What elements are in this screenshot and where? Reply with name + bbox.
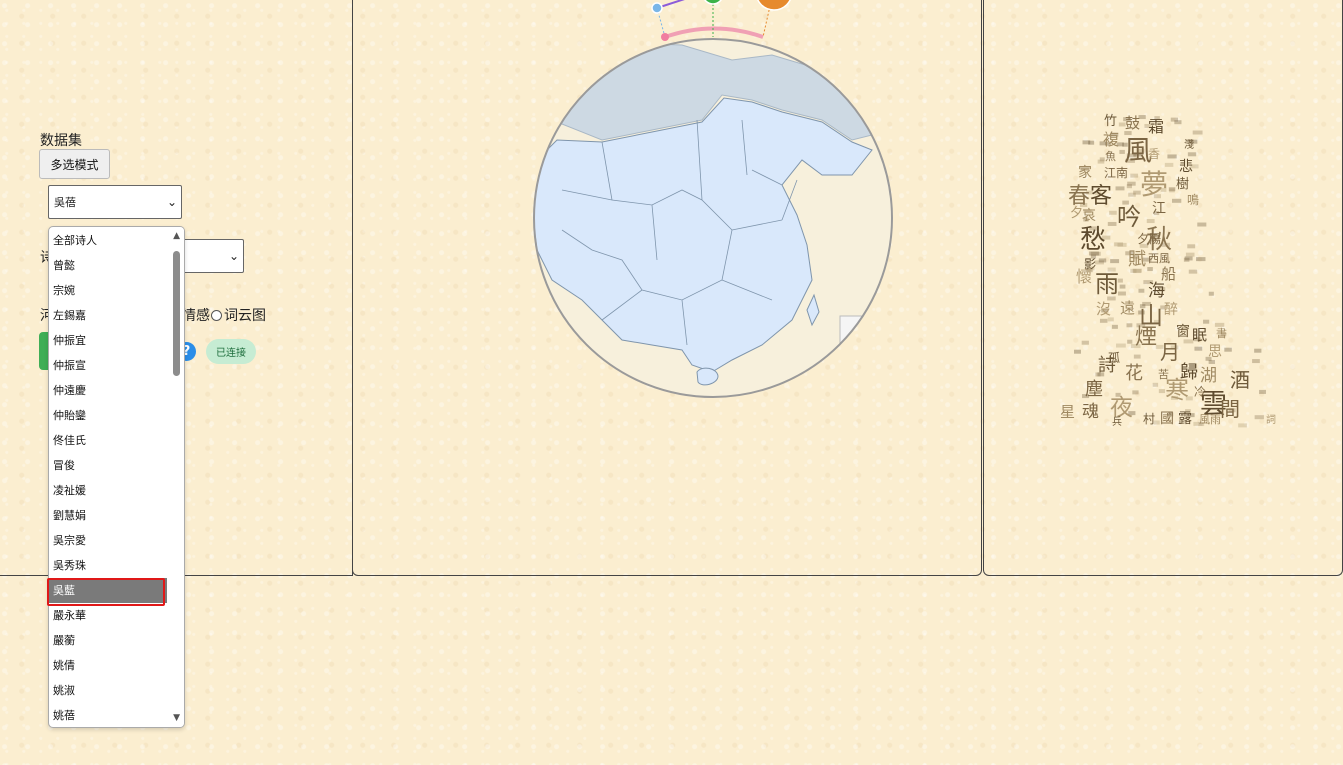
dropdown-option[interactable]: 嚴永華 [49, 603, 167, 628]
dropdown-options: 全部诗人 曾懿 宗婉 左錫嘉 仲振宜 仲振宣 仲遠慶 仲貽鑾 佟佳氏 冒俊 凌祉媛 劉慧娟 吳宗愛 吳秀珠… [49, 228, 167, 727]
wordcloud-word: 間 [1220, 397, 1240, 421]
dataset-label: 数据集 [40, 133, 82, 149]
wordcloud-word: 西風 [1148, 252, 1170, 265]
poet-node[interactable] [651, 2, 663, 14]
dropdown-option[interactable]: 姚淑 [49, 678, 167, 703]
wordcloud-chart: 竹鼓霜複 風香淺魚悲家 江南夢樹春客鳴江夕 吟秋愁賦夕陽懷雨船海遠山醉窗煙眠書月 思詩花… [1060, 114, 1276, 428]
dropdown-option[interactable]: 凌祉媛 [49, 478, 167, 503]
connector-line [762, 5, 771, 38]
dropdown-option[interactable]: 仲振宣 [49, 353, 167, 378]
wordcloud-word: 複 [1103, 130, 1119, 149]
wordcloud-word: 魚 [1105, 150, 1116, 163]
poet-node[interactable] [756, 0, 792, 11]
dropdown-option[interactable]: 宗婉 [49, 278, 167, 303]
link-line [656, 0, 685, 9]
dropdown-option[interactable]: 左錫嘉 [49, 303, 167, 328]
dropdown-option[interactable]: 姚倩 [49, 653, 167, 678]
wordcloud-word: 香 [1148, 147, 1160, 161]
wordcloud-word: 國 [1160, 411, 1174, 427]
dropdown-option[interactable]: 吳秀珠 [49, 553, 167, 578]
wordcloud-word: 書 [1216, 326, 1227, 340]
poet-select-value: 吳蓓 [54, 196, 76, 209]
poet-dropdown-list[interactable]: 全部诗人 曾懿 宗婉 左錫嘉 仲振宜 仲振宣 仲遠慶 仲貽鑾 佟佳氏 冒俊 凌祉媛 劉慧娟 吳宗愛 吳秀珠… [48, 226, 185, 728]
wordcloud-word: 悲 [1179, 158, 1193, 175]
wordcloud-word: 苦 [1158, 368, 1169, 381]
wordcloud-word: 風雨 [1199, 413, 1221, 426]
dropdown-option[interactable]: 仲振宜 [49, 328, 167, 353]
wordcloud-word: 塵 [1085, 379, 1103, 400]
china-map-globe[interactable] [352, 0, 982, 576]
wordcloud-word: 村 [1143, 412, 1155, 426]
wordcloud-word: 海 [1148, 281, 1165, 301]
dropdown-option[interactable]: 冒俊 [49, 453, 167, 478]
wordcloud-word: 淺 [1184, 138, 1194, 151]
wordcloud-word: 煙 [1135, 325, 1157, 350]
option-wordcloud[interactable]: 词云图 [211, 305, 266, 325]
highlight-annotation [47, 578, 165, 606]
dropdown-scrollbar[interactable]: ▲ ▼ [168, 227, 184, 727]
status-badge: 已连接 [206, 339, 256, 364]
wordcloud-word: 賦 [1128, 249, 1146, 270]
timeline-arc [664, 26, 764, 39]
wordcloud-word: 竹 [1104, 114, 1117, 129]
wordcloud-word: 詞 [1266, 413, 1276, 426]
wordcloud-word: 思 [1208, 344, 1222, 360]
wordcloud-word: 夢 [1140, 168, 1168, 201]
scroll-down-icon[interactable]: ▼ [173, 713, 180, 723]
wordcloud-word: 家 [1078, 164, 1092, 181]
wordcloud-word: 兵 [1112, 415, 1122, 428]
wordcloud-word: 哀 [1082, 208, 1096, 224]
multi-select-button[interactable]: 多选模式 [39, 149, 110, 179]
wordcloud-word: 江南 [1104, 165, 1128, 180]
wordcloud-word: 江 [1152, 201, 1166, 217]
wordcloud-word: 樹 [1176, 177, 1189, 192]
wordcloud-word: 眠 [1192, 326, 1207, 344]
wordcloud-word: 湖 [1200, 366, 1217, 386]
wordcloud-word: 魂 [1082, 402, 1099, 422]
dropdown-option[interactable]: 全部诗人 [49, 228, 167, 253]
wordcloud-word: 客 [1090, 184, 1112, 209]
dropdown-option[interactable]: 姚蓓 [49, 703, 167, 727]
option-sentiment-label[interactable]: 情感 [182, 305, 210, 325]
wordcloud-word: 雨 [1095, 270, 1119, 298]
wordcloud-word: 鳴 [1187, 193, 1199, 207]
dropdown-option[interactable]: 佟佳氏 [49, 428, 167, 453]
wordcloud-word: 花 [1125, 363, 1143, 384]
dropdown-option[interactable]: 吳宗愛 [49, 528, 167, 553]
dropdown-option[interactable]: 劉慧娟 [49, 503, 167, 528]
hainan-island [696, 367, 719, 386]
dropdown-option[interactable]: 仲遠慶 [49, 378, 167, 403]
wordcloud-word: 孤 [1108, 351, 1120, 365]
wordcloud-word: 窗 [1176, 323, 1190, 340]
wordcloud-word: 星 [1060, 403, 1075, 421]
chevron-down-icon: ⌄ [228, 249, 239, 263]
timeline-node[interactable] [661, 33, 669, 41]
dropdown-option[interactable]: 嚴蘅 [49, 628, 167, 653]
wordcloud-word: 沒 [1096, 300, 1111, 318]
wordcloud-word: 酒 [1230, 368, 1250, 392]
wordcloud-word: 夕陽 [1137, 232, 1161, 246]
dropdown-option[interactable]: 仲貽鑾 [49, 403, 167, 428]
wordcloud-word: 鼓 [1125, 114, 1140, 132]
poet-node[interactable] [703, 0, 723, 5]
scrollbar-thumb[interactable] [173, 251, 180, 376]
dropdown-option[interactable]: 曾懿 [49, 253, 167, 278]
wordcloud-word: 愁 [1080, 225, 1106, 255]
wordcloud-word: 露 [1178, 411, 1192, 427]
chevron-down-icon: ⌄ [166, 195, 177, 209]
wordcloud-word: 影 [1084, 257, 1096, 271]
wordcloud-word: 吟 [1117, 203, 1141, 231]
wordcloud-word: 遠 [1120, 299, 1135, 317]
poet-select[interactable]: 吳蓓 ⌄ [48, 185, 182, 219]
wordcloud-word: 月 [1160, 340, 1180, 364]
wordcloud-radio[interactable] [211, 309, 222, 321]
scroll-up-icon[interactable]: ▲ [173, 231, 180, 241]
option-wordcloud-label: 词云图 [224, 308, 266, 324]
wordcloud-word: 醉 [1164, 302, 1178, 318]
